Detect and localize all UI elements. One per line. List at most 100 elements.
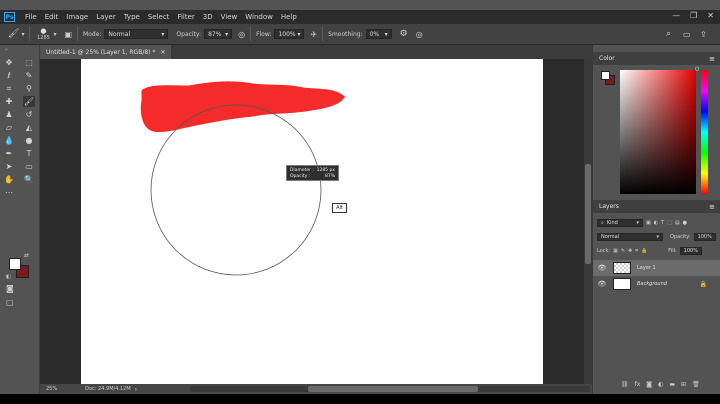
default-colors-icon[interactable]: ◧ [6, 274, 11, 280]
menu-layer[interactable]: Layer [92, 13, 120, 21]
status-menu-arrow-icon[interactable]: › [135, 386, 137, 393]
panel-menu-icon[interactable]: ≡ [709, 203, 715, 211]
vertical-scrollbar[interactable] [584, 59, 592, 384]
zoom-level[interactable]: 25% [46, 386, 57, 392]
flow-field[interactable]: 100% ▾ [274, 29, 305, 39]
brush-tool-icon[interactable]: 🖌 [23, 96, 35, 107]
workspace-icon[interactable]: ▭ [683, 30, 691, 39]
menu-help[interactable]: Help [277, 13, 301, 21]
menu-edit[interactable]: Edit [41, 13, 63, 21]
layer-kind-filter[interactable]: ⌕ Kind ▾ [597, 219, 643, 227]
collapse-toolbar-icon[interactable]: » [5, 47, 8, 53]
panel-menu-icon[interactable]: ≡ [709, 55, 715, 63]
restore-icon[interactable]: ❐ [690, 11, 697, 20]
close-icon[interactable]: ✕ [707, 11, 714, 20]
swap-colors-icon[interactable]: ⇄ [24, 252, 29, 259]
airbrush-icon[interactable]: ✈ [310, 30, 317, 39]
dodge-tool-icon[interactable]: ● [23, 135, 35, 146]
screen-mode-icon[interactable]: ▢ [6, 298, 14, 307]
menu-select[interactable]: Select [144, 13, 174, 21]
menu-file[interactable]: File [21, 13, 41, 21]
shape-filter-icon[interactable]: ⬚ [667, 220, 672, 226]
layers-panel-title[interactable]: Layers [599, 203, 619, 210]
lock-artboard-icon[interactable]: ⌗ [635, 248, 638, 254]
paint-bucket-tool-icon[interactable]: ◭ [23, 122, 35, 133]
filter-toggle-icon[interactable]: ● [683, 220, 687, 226]
brush-tool-icon[interactable]: 🖌 [8, 29, 19, 39]
blend-mode-dropdown[interactable]: Normal ▾ [597, 233, 663, 241]
vertical-scroll-thumb[interactable] [585, 164, 591, 264]
color-panel-foreground-swatch[interactable] [601, 71, 610, 80]
group-folder-icon[interactable]: ▬ [669, 381, 675, 388]
add-mask-icon[interactable]: ◙ [646, 381, 652, 388]
layer-name[interactable]: Layer 1 [637, 265, 656, 271]
rectangle-tool-icon[interactable]: ▭ [23, 161, 35, 172]
adjustment-layer-icon[interactable]: ◐ [658, 381, 663, 388]
pixel-filter-icon[interactable]: ▣ [646, 220, 651, 226]
move-tool-icon[interactable]: ✥ [3, 57, 15, 68]
quick-mask-icon[interactable]: ◙ [6, 284, 14, 293]
smoothing-field[interactable]: 0% ▾ [365, 29, 392, 39]
pressure-opacity-icon[interactable]: ◎ [238, 30, 245, 39]
trash-icon[interactable]: 🗑 [692, 381, 700, 388]
layer-opacity-field[interactable]: 100% [693, 233, 716, 241]
lock-pixels-icon[interactable]: ✎ [621, 248, 625, 254]
smart-object-filter-icon[interactable]: ▤ [675, 220, 680, 226]
adjustment-filter-icon[interactable]: ◐ [654, 220, 658, 226]
menu-window[interactable]: Window [241, 13, 277, 21]
path-selection-tool-icon[interactable]: ➤ [3, 161, 15, 172]
close-tab-icon[interactable]: ✕ [160, 49, 165, 56]
foreground-color-swatch[interactable] [9, 258, 21, 270]
menu-filter[interactable]: Filter [173, 13, 198, 21]
eye-icon[interactable]: 👁 [597, 280, 607, 288]
document-canvas[interactable]: Diameter : 1285 px Opacity : 87% Alt [81, 59, 543, 384]
gear-icon[interactable]: ⚙ [400, 29, 408, 39]
opacity-field[interactable]: 87% ▾ [204, 29, 233, 39]
mode-dropdown[interactable]: Normal ▾ [104, 29, 169, 39]
history-brush-tool-icon[interactable]: ↺ [23, 109, 35, 120]
pressure-size-icon[interactable]: ◎ [416, 30, 423, 39]
color-picker-field[interactable] [620, 70, 696, 194]
lasso-tool-icon[interactable]: ℓ [3, 70, 15, 81]
hue-slider[interactable] [701, 70, 708, 194]
new-layer-icon[interactable]: ⊞ [681, 381, 686, 388]
horizontal-scrollbar[interactable] [190, 386, 590, 392]
link-layers-icon[interactable]: ⛓ [621, 381, 629, 388]
blur-tool-icon[interactable]: 💧 [3, 135, 15, 146]
lock-all-icon[interactable]: 🔒 [641, 248, 647, 254]
tool-preset-chevron-icon[interactable]: ▾ [21, 31, 24, 38]
document-tab[interactable]: Untitled-1 @ 25% (Layer 1, RGB/8) * ✕ [40, 45, 172, 59]
brush-picker[interactable]: ● 1285 [35, 27, 51, 41]
lock-position-icon[interactable]: ✥ [628, 248, 632, 254]
share-icon[interactable]: ⇪ [700, 30, 707, 39]
crop-tool-icon[interactable]: ⌗ [3, 83, 15, 94]
brush-picker-chevron-icon[interactable]: ▾ [53, 31, 56, 38]
hand-tool-icon[interactable]: ✋ [3, 174, 15, 185]
zoom-tool-icon[interactable]: 🔍 [23, 174, 35, 185]
menu-view[interactable]: View [217, 13, 242, 21]
menu-3d[interactable]: 3D [199, 13, 217, 21]
fill-field[interactable]: 100% [679, 247, 702, 255]
layer-row[interactable]: 👁 Layer 1 [593, 260, 720, 276]
eraser-tool-icon[interactable]: ▱ [3, 122, 15, 133]
pen-tool-icon[interactable]: ✒ [3, 148, 15, 159]
clone-stamp-tool-icon[interactable]: ♟ [3, 109, 15, 120]
eyedropper-tool-icon[interactable]: ⚲ [23, 83, 35, 94]
search-icon[interactable]: ⌕ [666, 29, 671, 39]
brush-settings-icon[interactable]: ▣ [64, 30, 72, 39]
lock-transparent-icon[interactable]: ▦ [613, 248, 618, 254]
type-filter-icon[interactable]: T [661, 220, 664, 226]
type-tool-icon[interactable]: T [23, 148, 35, 159]
layer-style-icon[interactable]: fx [635, 381, 641, 388]
eye-icon[interactable]: 👁 [597, 264, 607, 272]
layer-name[interactable]: Background [637, 281, 667, 287]
minimize-icon[interactable]: — [672, 11, 680, 20]
menu-type[interactable]: Type [120, 13, 144, 21]
marquee-tool-icon[interactable]: ⬚ [23, 57, 35, 68]
healing-brush-tool-icon[interactable]: ✚ [3, 96, 15, 107]
menu-image[interactable]: Image [62, 13, 92, 21]
edit-toolbar-icon[interactable]: ⋯ [3, 187, 15, 198]
horizontal-scroll-thumb[interactable] [308, 386, 478, 392]
layer-row[interactable]: 👁 Background 🔒 [593, 276, 720, 292]
quick-selection-tool-icon[interactable]: ✎ [23, 70, 35, 81]
